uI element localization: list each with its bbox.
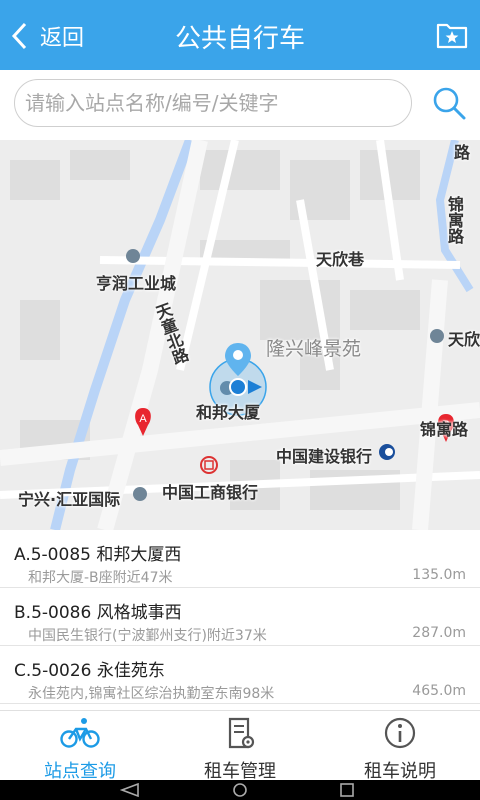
map-view[interactable]: A B 天欣巷 亨润工业城 隆兴峰景苑 天童北路 和邦大厦 锦寓路 路 天欣 锦… [0,140,480,530]
station-address: 和邦大厦-B座附近47米 [28,570,173,586]
search-bar [0,70,480,140]
station-name: B.5-0086 风格城事西 [14,603,182,623]
app-header: 返回 公共自行车 [0,0,480,70]
station-name: C.5-0026 永佳苑东 [14,661,165,681]
map-label-jinyu-vertical: 锦寓路 [445,196,464,244]
svg-text:A: A [139,413,147,425]
search-input[interactable] [14,79,412,127]
map-label-jinyu: 锦寓路 [420,420,469,439]
station-distance: 287.0m [412,625,466,641]
station-distance: 135.0m [412,567,466,583]
map-label-hengrun: 亨润工业城 [96,274,177,293]
station-name: A.5-0085 和邦大厦西 [14,545,182,565]
map-label-longxing: 隆兴峰景苑 [266,338,362,360]
map-canvas: A B [0,140,480,530]
station-distance: 465.0m [412,683,466,699]
system-nav-bar [0,780,480,800]
station-list: A.5-0085 和邦大厦西 和邦大厦-B座附近47米 135.0m B.5-0… [0,530,480,710]
bottom-tab-bar: 站点查询 租车管理 租车说明 [0,710,480,782]
search-icon[interactable] [432,86,466,120]
map-label-hebang: 和邦大厦 [196,403,261,422]
favorites-folder-icon[interactable] [436,20,468,50]
station-item[interactable]: B.5-0086 风格城事西 中国民生银行(宁波鄞州支行)附近37米 287.0… [0,588,480,646]
page-title: 公共自行车 [174,24,305,54]
bicycle-icon [60,718,100,748]
map-label-tianxiang: 天欣巷 [316,250,365,269]
station-item[interactable]: A.5-0085 和邦大厦西 和邦大厦-B座附近47米 135.0m [0,530,480,588]
tab-rental-management[interactable]: 租车管理 [160,711,320,782]
nav-recents-icon[interactable] [340,783,354,797]
station-address: 中国民生银行(宁波鄞州支行)附近37米 [28,628,267,644]
map-label-ccb: 中国建设银行 [276,447,373,466]
tab-station-query[interactable]: 站点查询 [0,711,160,782]
nav-back-icon[interactable] [120,783,140,797]
station-item[interactable]: C.5-0026 永佳苑东 永佳苑内,锦寓社区综治执勤室东南98米 465.0m [0,646,480,704]
tab-rental-info[interactable]: 租车说明 [320,711,480,782]
map-label-icbc: 中国工商银行 [162,483,259,502]
map-label-tianxin: 天欣 [448,330,480,349]
nav-home-icon[interactable] [232,783,248,797]
map-label-ningxing: 宁兴·汇亚国际 [18,490,121,509]
current-location-dot [229,378,247,396]
map-label-lu-top: 路 [451,144,470,160]
station-address: 永佳苑内,锦寓社区综治执勤室东南98米 [28,686,275,702]
info-icon [384,717,416,749]
document-gear-icon [228,717,255,749]
